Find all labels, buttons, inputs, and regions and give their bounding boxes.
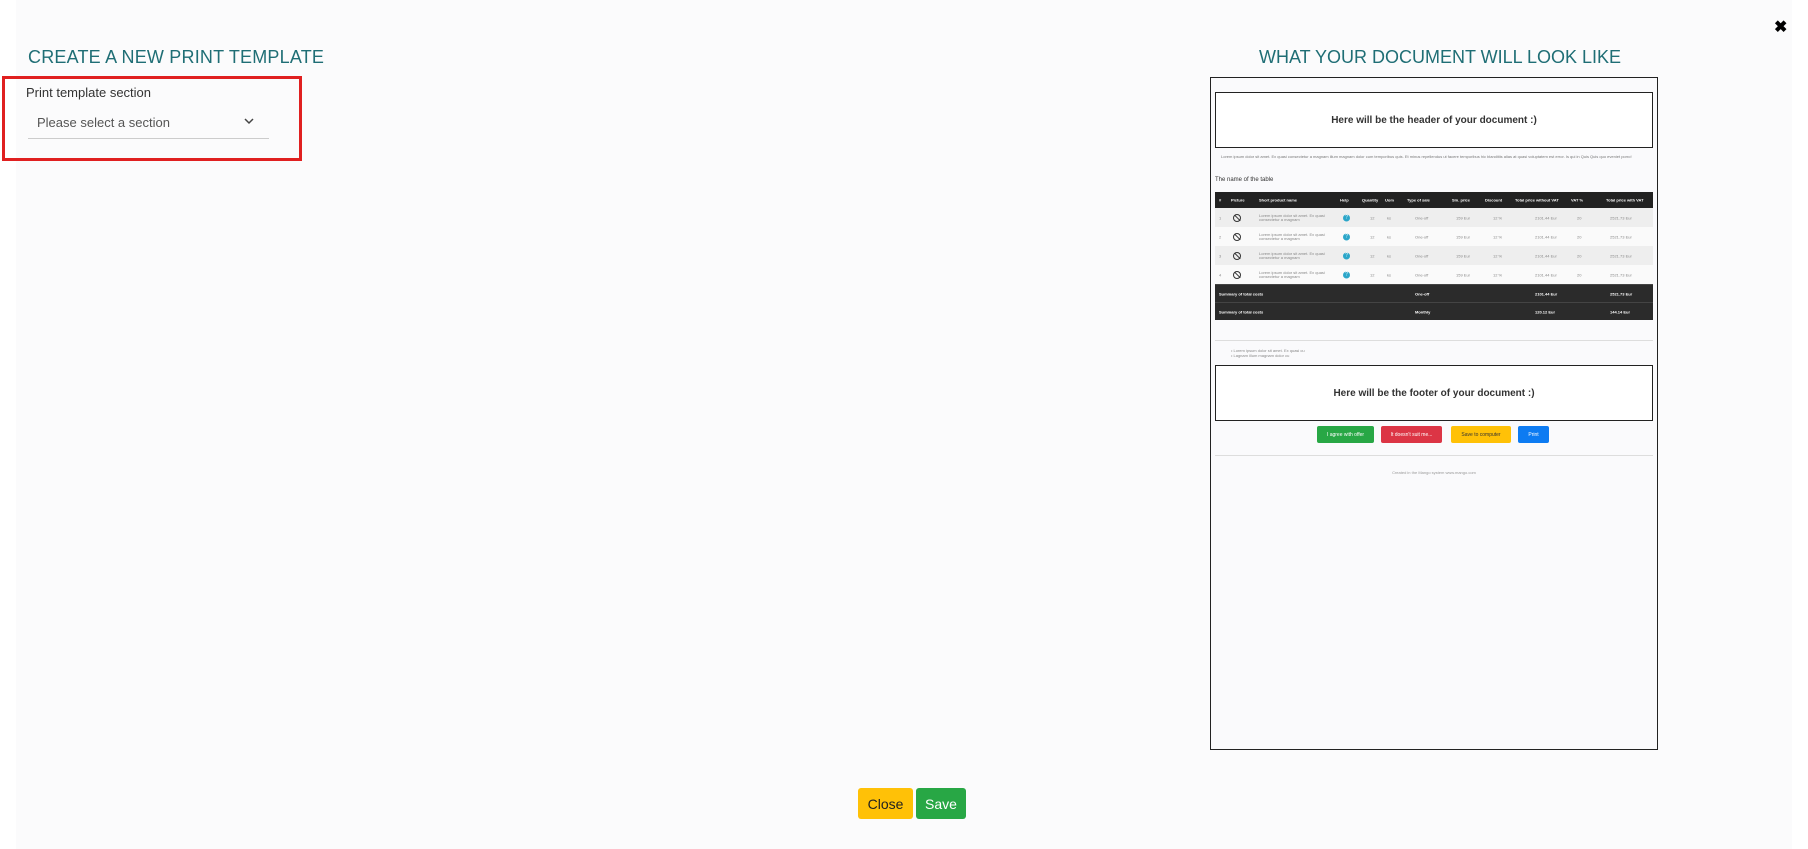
type-cell: One-off — [1415, 253, 1429, 258]
total-vat-cell: 2521.73 Eur — [1610, 234, 1632, 239]
table-header-cell: Type of sale — [1407, 197, 1430, 203]
quantity-cell: 12 — [1370, 272, 1375, 277]
section-select[interactable]: Please select a section — [28, 110, 269, 139]
no-image-icon — [1233, 270, 1241, 279]
table-row: 4 Lorem ipsum dolor sit amet. Ex quasi co… — [1215, 265, 1653, 284]
quantity-cell: 12 — [1370, 215, 1375, 220]
table-row: 1 Lorem ipsum dolor sit amet. Ex quasi co… — [1215, 208, 1653, 227]
preview-button[interactable]: I agree with offer — [1317, 426, 1374, 443]
summary-total-vat: 2521.73 Eur — [1610, 291, 1633, 296]
total-vat-cell: 2521.73 Eur — [1610, 272, 1632, 277]
table-header-cell: Quantity — [1362, 197, 1379, 203]
table-header-row: # Picture Short product name Help Quantity Uo… — [1215, 192, 1653, 208]
table-header-cell: Uom — [1385, 197, 1394, 203]
save-button[interactable]: Save — [916, 788, 966, 819]
table-row: 3 Lorem ipsum dolor sit amet. Ex quasi co… — [1215, 246, 1653, 265]
preview-lorem: Lorem ipsum dolor sit amet. Ex quasi con… — [1221, 154, 1632, 159]
uom-cell: ks — [1387, 215, 1391, 220]
preview-button[interactable]: Print — [1518, 426, 1549, 443]
summary-row: Summary of total costs Monthly 120.12 Eur 1… — [1215, 302, 1653, 320]
total-vat-cell: 2521.73 Eur — [1610, 215, 1632, 220]
discount-cell: 12 % — [1493, 253, 1503, 258]
table-header-cell: Sin. price — [1452, 197, 1471, 203]
total-cell: 2101.44 Eur — [1535, 272, 1557, 277]
close-icon[interactable]: ✖ — [1774, 20, 1787, 36]
right-title: WHAT YOUR DOCUMENT WILL LOOK LIKE — [1259, 47, 1622, 67]
row-number: 1 — [1219, 215, 1222, 220]
vat-cell: 20 — [1577, 253, 1582, 258]
left-title: CREATE A NEW PRINT TEMPLATE — [28, 47, 325, 67]
no-image-icon — [1233, 232, 1241, 241]
row-number: 3 — [1219, 253, 1222, 258]
preview-divider — [1215, 340, 1653, 341]
discount-cell: 12 % — [1493, 272, 1503, 277]
price-cell: 159 Eur — [1456, 272, 1471, 277]
discount-cell: 12 % — [1493, 234, 1503, 239]
table-row: 2 Lorem ipsum dolor sit amet. Ex quasi co… — [1215, 227, 1653, 246]
table-header-cell: Help — [1340, 197, 1349, 203]
preview-table-name: The name of the table — [1215, 177, 1274, 183]
price-cell: 159 Eur — [1456, 234, 1471, 239]
preview-list: • Lorem ipsum dolor sit amet. Ex quasi c… — [1231, 348, 1305, 358]
chevron-down-icon — [244, 118, 254, 125]
product-name: Lorem ipsum dolor sit amet. Ex quasi con… — [1259, 231, 1325, 241]
quantity-cell: 12 — [1370, 253, 1375, 258]
preview-footer: Here will be the footer of your document… — [1215, 365, 1653, 421]
summary-total: 2101.44 Eur — [1535, 291, 1558, 296]
preview-list-item: • Lagnam illum magnam dolor cu — [1231, 353, 1290, 358]
price-cell: 159 Eur — [1456, 215, 1471, 220]
preview-button[interactable]: It doesn't suit me... — [1381, 426, 1442, 443]
uom-cell: ks — [1387, 272, 1391, 277]
preview-button[interactable]: Save to computer — [1451, 426, 1511, 443]
uom-cell: ks — [1387, 253, 1391, 258]
section-label: Print template section — [26, 85, 152, 100]
total-cell: 2101.44 Eur — [1535, 253, 1557, 258]
type-cell: One-off — [1415, 234, 1429, 239]
preview-table: # Picture Short product name Help Quantity Uo… — [1215, 192, 1653, 320]
table-header-cell: # — [1219, 197, 1222, 203]
vat-cell: 20 — [1577, 272, 1582, 277]
vat-cell: 20 — [1577, 215, 1582, 220]
total-vat-cell: 2521.73 Eur — [1610, 253, 1632, 258]
product-name: Lorem ipsum dolor sit amet. Ex quasi con… — [1259, 250, 1325, 260]
total-cell: 2101.44 Eur — [1535, 234, 1557, 239]
preview-header: Here will be the header of your document… — [1215, 92, 1653, 148]
total-cell: 2101.44 Eur — [1535, 215, 1557, 220]
summary-label: Summary of total costs — [1219, 291, 1264, 296]
quantity-cell: 12 — [1370, 234, 1375, 239]
help-icon: ? — [1343, 271, 1350, 278]
table-header-cell: Short product name — [1259, 197, 1298, 203]
summary-total: 120.12 Eur — [1535, 309, 1556, 314]
discount-cell: 12 % — [1493, 215, 1503, 220]
type-cell: One-off — [1415, 215, 1429, 220]
summary-total-vat: 144.14 Eur — [1610, 309, 1631, 314]
product-name: Lorem ipsum dolor sit amet. Ex quasi con… — [1259, 269, 1325, 279]
preview-divider — [1215, 455, 1653, 456]
preview-created: Created in the Mango system www.mango.co… — [1392, 470, 1476, 475]
price-cell: 159 Eur — [1456, 253, 1471, 258]
table-header-cell: VAT % — [1571, 197, 1584, 203]
table-header-cell: Discount — [1485, 197, 1503, 203]
summary-type: One-off — [1415, 291, 1430, 296]
help-icon: ? — [1343, 233, 1350, 240]
summary-type: Monthly — [1415, 309, 1431, 314]
table-header-cell: Picture — [1231, 197, 1245, 203]
select-value: Please select a section — [37, 115, 170, 130]
summary-row: Summary of total costs One-off 2101.44 Eur… — [1215, 284, 1653, 302]
type-cell: One-off — [1415, 272, 1429, 277]
help-icon: ? — [1343, 214, 1350, 221]
close-button[interactable]: Close — [858, 788, 913, 819]
row-number: 4 — [1219, 272, 1222, 277]
vat-cell: 20 — [1577, 234, 1582, 239]
help-icon: ? — [1343, 252, 1350, 259]
summary-label: Summary of total costs — [1219, 309, 1264, 314]
table-header-cell: Total price without VAT — [1515, 197, 1559, 203]
no-image-icon — [1233, 213, 1241, 222]
table-header-cell: Total price with VAT — [1606, 197, 1644, 203]
product-name: Lorem ipsum dolor sit amet. Ex quasi con… — [1259, 212, 1325, 222]
row-number: 2 — [1219, 234, 1222, 239]
uom-cell: ks — [1387, 234, 1391, 239]
no-image-icon — [1233, 251, 1241, 260]
document-preview: Here will be the header of your document… — [1210, 77, 1658, 750]
